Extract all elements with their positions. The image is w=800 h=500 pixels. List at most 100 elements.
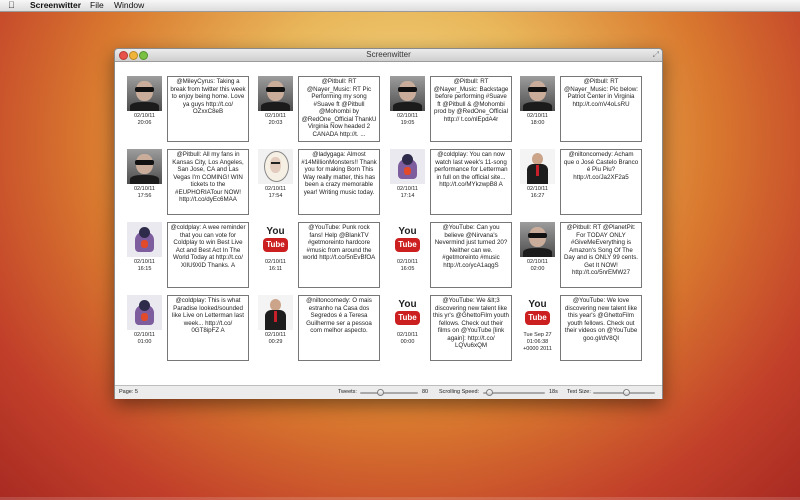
tweet-timestamp: 02/10/11 16:11 <box>258 259 293 273</box>
tweet-date: 02/10/11 <box>133 113 155 119</box>
page-indicator: Page: 5 <box>119 389 138 395</box>
tweet-text[interactable]: @YouTube: Punk rock fans! Help @BlankTV … <box>298 222 380 288</box>
menu-window[interactable]: Window <box>114 0 144 11</box>
youtube-logo-icon: You Tube <box>390 295 425 330</box>
tweet-time: 16:15 <box>137 266 152 272</box>
tweet-timestamp: 02/10/11 00:29 <box>258 332 293 346</box>
tweet-time: 00:00 <box>400 339 415 345</box>
tweet-date: 02/10/11 <box>264 332 286 338</box>
tweet-time: 17:14 <box>400 193 415 199</box>
avatar <box>258 76 293 111</box>
tweet-time: 18:00 <box>530 120 545 126</box>
tweet-time: 17:54 <box>268 193 283 199</box>
tweet-text[interactable]: @Pitbull: RT @Nayer_Music: Backstage bef… <box>430 76 512 142</box>
textsize-label: Text Size: <box>567 389 591 395</box>
tweet-date: 02/10/11 <box>396 259 418 265</box>
tweet-timestamp: Tue Sep 27 01:06:38 +0000 2011 <box>520 332 555 353</box>
avatar <box>520 149 555 184</box>
tweet-time: 20:03 <box>268 120 283 126</box>
tweet-text[interactable]: @niltoncomedy: O mais estranho na Casa d… <box>298 295 380 361</box>
tweet-date: 02/10/11 <box>264 259 286 265</box>
youtube-logo-icon: You Tube <box>520 295 555 330</box>
tweet-time: 16:27 <box>530 193 545 199</box>
tweet-grid: 02/10/11 20:06 @MileyCyrus: Taking a break… <box>115 62 662 385</box>
tweet-date: 02/10/11 <box>264 113 286 119</box>
tweet-text[interactable]: @ladygaga: Almost #14MillionMonsters!! T… <box>298 149 380 215</box>
fullscreen-icon[interactable]: ⤢ <box>653 51 659 59</box>
menu-app-name[interactable]: Screenwitter <box>30 0 81 11</box>
textsize-slider-knob[interactable] <box>623 389 631 396</box>
title-bar[interactable]: Screenwitter ⤢ <box>115 49 662 62</box>
tweet-timestamp: 02/10/11 17:14 <box>390 186 425 200</box>
tweet-timestamp: 02/10/11 16:15 <box>127 259 162 273</box>
tweets-slider[interactable] <box>360 389 418 396</box>
avatar <box>127 76 162 111</box>
tweet-time: 00:29 <box>268 339 283 345</box>
avatar <box>390 149 425 184</box>
tweet-time: 02:00 <box>530 266 545 272</box>
avatar <box>390 76 425 111</box>
tweet-time: 16:05 <box>400 266 415 272</box>
tweet-timestamp: 02/10/11 20:06 <box>127 113 162 127</box>
tweet-time: 17:56 <box>137 193 152 199</box>
speed-slider[interactable] <box>483 389 545 396</box>
apple-icon[interactable]:  <box>8 0 15 11</box>
menu-bar:  Screenwitter File Window <box>0 0 800 12</box>
tweet-time: 19:05 <box>400 120 415 126</box>
tweet-timestamp: 02/10/11 17:54 <box>258 186 293 200</box>
tweet-date: 02/10/11 <box>133 186 155 192</box>
tweet-date: 02/10/11 <box>396 332 418 338</box>
tweet-date: 02/10/11 <box>526 113 548 119</box>
tweet-text[interactable]: @Pitbull: RT @PlanetPit: For TODAY ONLY … <box>560 222 642 288</box>
tweet-timestamp: 02/10/11 18:00 <box>520 113 555 127</box>
tweet-text[interactable]: @coldplay: This is what Paradise looked/… <box>167 295 249 361</box>
avatar <box>258 295 293 330</box>
window-title: Screenwitter <box>366 50 411 59</box>
tweet-time: 01:00 <box>137 339 152 345</box>
speed-value: 18s <box>549 389 558 395</box>
tweet-date: 02/10/11 <box>264 186 286 192</box>
avatar <box>127 149 162 184</box>
tweet-timestamp: 02/10/11 02:00 <box>520 259 555 273</box>
tweet-timestamp: 02/10/11 17:56 <box>127 186 162 200</box>
tweet-text[interactable]: @Pitbull: RT @Nayer_Music: Pic below: Pa… <box>560 76 642 142</box>
avatar <box>258 149 293 184</box>
tweet-date: 02/10/11 <box>133 259 155 265</box>
tweet-text[interactable]: @Pitbull: RT @Nayer_Music: RT Pic Perfor… <box>298 76 380 142</box>
tweet-timestamp: 02/10/11 16:27 <box>520 186 555 200</box>
tweet-date: 02/10/11 <box>526 259 548 265</box>
youtube-logo-icon: You Tube <box>390 222 425 257</box>
tweet-timestamp: 02/10/11 16:05 <box>390 259 425 273</box>
status-bar: Page: 5 Tweets: 80 Scrolling Speed: 18s … <box>115 385 662 399</box>
tweet-timestamp: 02/10/11 19:05 <box>390 113 425 127</box>
avatar <box>127 295 162 330</box>
tweets-value: 80 <box>422 389 429 395</box>
tweet-time: 16:11 <box>268 266 283 272</box>
speed-slider-knob[interactable] <box>485 389 493 396</box>
app-window: Screenwitter ⤢ 02/10/11 20:06 @MileyCyrus:… <box>114 48 663 399</box>
tweet-text[interactable]: @coldplay: You can now watch last week's… <box>430 149 512 215</box>
tweet-time: 20:06 <box>137 120 152 126</box>
youtube-logo-icon: You Tube <box>258 222 293 257</box>
tweet-date: 02/10/11 <box>526 186 548 192</box>
avatar <box>520 222 555 257</box>
tweet-date: 02/10/11 <box>396 113 418 119</box>
tweets-label: Tweets: <box>338 389 357 395</box>
tweet-text[interactable]: @MileyCyrus: Taking a break from twitter… <box>167 76 249 142</box>
avatar <box>127 222 162 257</box>
menu-file[interactable]: File <box>90 0 104 11</box>
tweet-text[interactable]: @YouTube: We love discovering new talent… <box>560 295 642 361</box>
tweet-text[interactable]: @YouTube: We &lt;3 discovering new talen… <box>430 295 512 361</box>
textsize-slider[interactable] <box>593 389 655 396</box>
avatar <box>520 76 555 111</box>
tweet-date: Tue Sep 27 <box>523 332 552 338</box>
tweet-timestamp: 02/10/11 01:00 <box>127 332 162 346</box>
tweet-text[interactable]: @coldplay: A wee reminder that you can v… <box>167 222 249 288</box>
tweet-text[interactable]: @niltoncomedy: Acham que o José Castelo … <box>560 149 642 215</box>
tweet-date: 02/10/11 <box>396 186 418 192</box>
tweet-date: 02/10/11 <box>133 332 155 338</box>
tweet-text[interactable]: @Pitbull: All my fans in Kansas City, Lo… <box>167 149 249 215</box>
tweets-slider-knob[interactable] <box>376 389 384 396</box>
tweet-text[interactable]: @YouTube: Can you believe @Nirvana's Nev… <box>430 222 512 288</box>
tweet-time: 01:06:38 +0000 2011 <box>523 339 552 352</box>
